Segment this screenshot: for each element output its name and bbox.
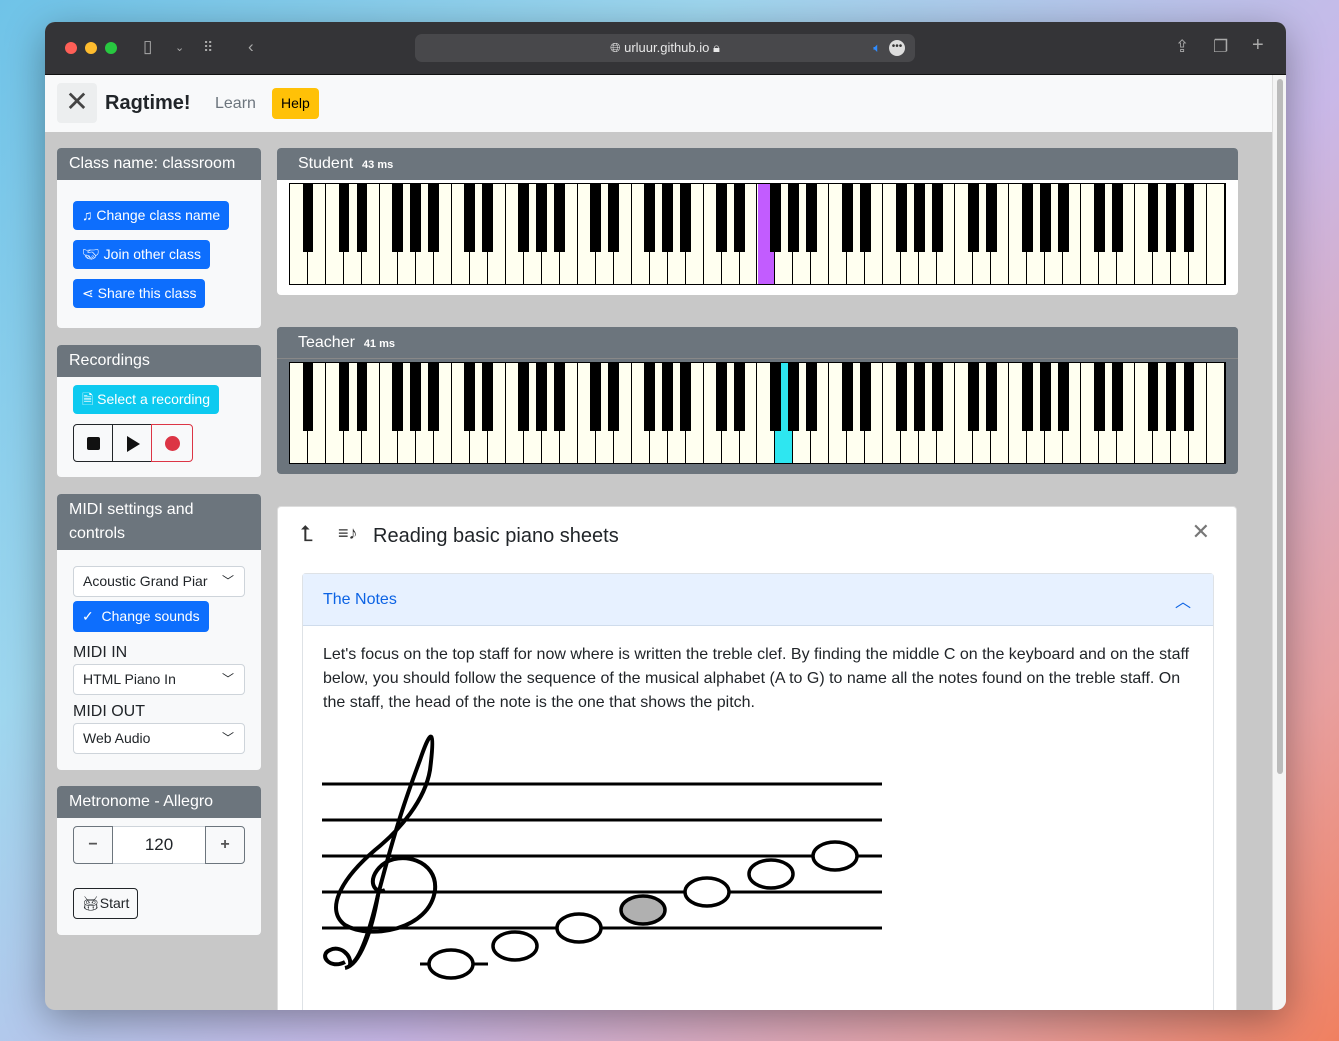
note-F4: [619, 894, 667, 926]
note-D4: [491, 930, 539, 962]
note-E4: [555, 912, 603, 944]
note-A4: [747, 858, 795, 890]
note-B4: [811, 840, 859, 872]
note-C4: [427, 948, 475, 980]
treble-staff: [322, 734, 882, 980]
treble-clef-icon: [323, 734, 438, 969]
note-G4: [683, 876, 731, 908]
